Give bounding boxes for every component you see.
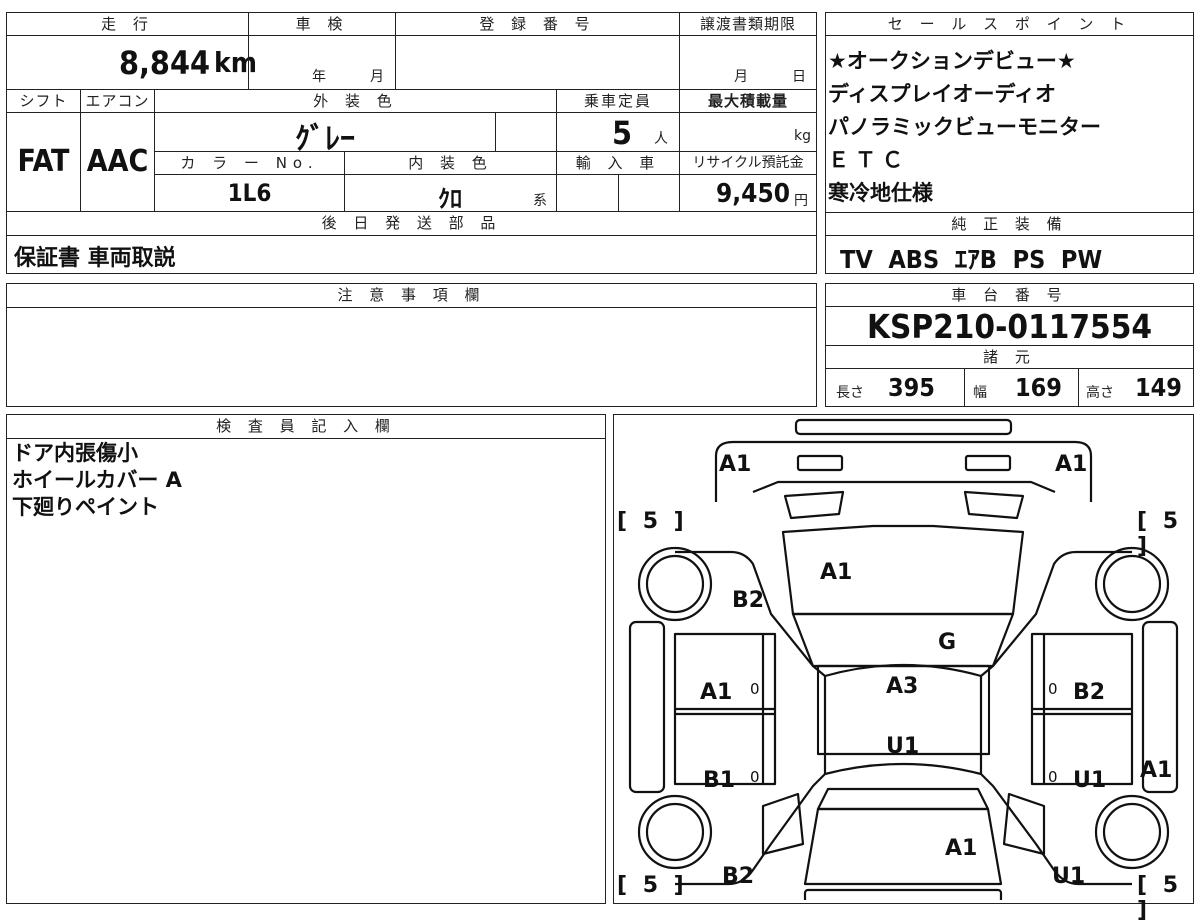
- factory-equipment-header: 純 正 装 備: [825, 212, 1194, 236]
- damage-rear-door-right: U1: [1073, 768, 1107, 793]
- aircon-header: エアコン: [80, 89, 155, 113]
- zero-mark: 0: [1048, 680, 1058, 698]
- damage-roof: A3: [886, 674, 919, 699]
- capacity-value: 5: [612, 114, 633, 152]
- shift-value: FAT: [17, 144, 70, 179]
- recycle-value: 9,450: [716, 179, 790, 209]
- notes-header: 注 意 事 項 欄: [6, 283, 817, 308]
- damage-trunk: A1: [945, 836, 978, 861]
- shift-header: シフト: [6, 89, 81, 113]
- later-parts-header: 後 日 発 送 部 品: [6, 211, 817, 236]
- exterior-color-extra-cell: [495, 112, 557, 152]
- length-value: 395: [888, 373, 935, 402]
- damage-front-fender-left: B2: [732, 588, 765, 613]
- damage-rear-left: B2: [722, 864, 755, 889]
- tire-mark-front-right: [ 5 ]: [1137, 509, 1183, 559]
- chassis-value: KSP210-0117554: [866, 307, 1153, 346]
- capacity-header: 乗車定員: [556, 89, 680, 113]
- recycle-unit: 円: [794, 193, 808, 209]
- color-no-header: カ ラ ー No.: [154, 151, 345, 175]
- inspection-year-label: 年: [312, 69, 326, 85]
- inspector-line: ホイールカバー A: [12, 468, 182, 492]
- recycle-header: リサイクル預託金: [679, 151, 817, 175]
- aircon-value: AAC: [86, 144, 149, 179]
- damage-front-right: A1: [1055, 452, 1088, 477]
- damage-front-door-left: A1: [700, 680, 733, 705]
- damage-rear-quarter-right: A1: [1140, 758, 1173, 783]
- damage-rear-door-left: B1: [703, 768, 736, 793]
- zero-mark: 0: [750, 768, 760, 786]
- zero-mark: 0: [1048, 768, 1058, 786]
- color-no-value: 1L6: [227, 179, 272, 207]
- transfer-month-label: 月: [734, 69, 748, 85]
- interior-color-header: 内 装 色: [344, 151, 557, 175]
- height-label: 高さ: [1086, 385, 1114, 401]
- import-cell-left: [556, 174, 619, 212]
- inspector-header: 検 査 員 記 入 欄: [6, 414, 606, 439]
- later-parts-value: 保証書 車両取説: [14, 246, 176, 271]
- damage-hood: A1: [820, 560, 853, 585]
- damage-windshield: G: [938, 630, 957, 655]
- chassis-header: 車 台 番 号: [825, 283, 1194, 307]
- car-body-diagram: [628, 418, 1179, 900]
- damage-front-door-right: B2: [1073, 680, 1106, 705]
- interior-color-value: ｸﾛ: [438, 185, 462, 213]
- tire-mark-front-left: [ 5 ]: [617, 509, 688, 534]
- registration-cell: [395, 35, 680, 90]
- exterior-color-header: 外 装 色: [154, 89, 557, 113]
- zero-mark: 0: [750, 680, 760, 698]
- height-value: 149: [1135, 373, 1182, 402]
- import-header: 輸 入 車: [556, 151, 680, 175]
- registration-header: 登 録 番 号: [395, 12, 680, 36]
- tire-mark-rear-left: [ 5 ]: [617, 873, 688, 898]
- transfer-day-label: 日: [792, 69, 806, 85]
- tire-mark-rear-right: [ 5 ]: [1137, 873, 1183, 923]
- width-label: 幅: [973, 385, 987, 401]
- inspector-line: 下廻りペイント: [12, 495, 159, 519]
- sales-points-header: セ ー ル ス ポ イ ン ト: [825, 12, 1194, 36]
- inspection-month-label: 月: [370, 69, 384, 85]
- import-cell-right: [618, 174, 680, 212]
- sales-point-item: ＥＴＣ: [828, 148, 909, 172]
- damage-rear-right: U1: [1052, 864, 1086, 889]
- factory-equipment-value: TV ABS ｴｱB PS PW: [840, 245, 1103, 274]
- inspector-notes: ドア内張傷小 ホイールカバー A 下廻りペイント: [12, 440, 182, 521]
- damage-roof-rear: U1: [886, 734, 920, 759]
- width-value: 169: [1015, 373, 1062, 402]
- max-load-unit: kg: [794, 128, 811, 144]
- sales-points-list: ★オークションデビュー★ ディスプレイオーディオ パノラミックビューモニター Ｅ…: [828, 45, 1101, 210]
- inspection-header: 車 検: [248, 12, 396, 36]
- sales-point-item: ★オークションデビュー★: [828, 49, 1076, 73]
- transfer-deadline-header: 譲渡書類期限: [679, 12, 817, 36]
- dimensions-header: 諸 元: [825, 345, 1194, 369]
- capacity-unit: 人: [654, 131, 668, 147]
- sales-point-item: 寒冷地仕様: [828, 181, 933, 205]
- max-load-header: 最大積載量: [679, 89, 817, 113]
- inspector-line: ドア内張傷小: [12, 441, 138, 465]
- sales-point-item: パノラミックビューモニター: [828, 115, 1101, 139]
- interior-color-suffix: 系: [533, 193, 547, 209]
- sales-point-item: ディスプレイオーディオ: [828, 82, 1057, 106]
- mileage-header: 走 行: [6, 12, 249, 36]
- length-label: 長さ: [836, 385, 864, 401]
- mileage-value: 8,844: [118, 44, 210, 82]
- damage-front-left: A1: [719, 452, 752, 477]
